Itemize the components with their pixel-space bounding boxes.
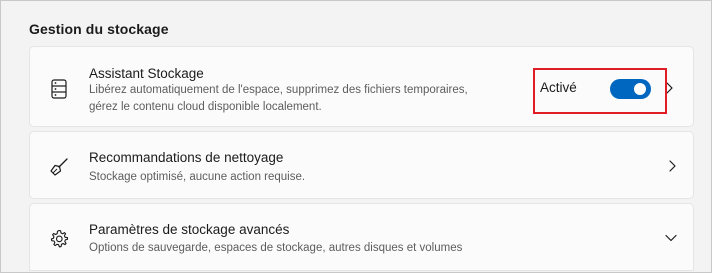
- advanced-storage-settings-description: Options de sauvegarde, espaces de stocka…: [89, 242, 463, 254]
- storage-sense-description-line-2: gérez le contenu cloud disponible locale…: [89, 101, 322, 113]
- chevron-down-icon[interactable]: [664, 231, 678, 245]
- gear-icon: [48, 228, 70, 250]
- cleanup-recommendations-description: Stockage optimisé, aucune action requise…: [89, 171, 306, 183]
- settings-window: Gestion du stockage Assistant Stockage L…: [0, 0, 712, 273]
- storage-sense-toggle[interactable]: [610, 79, 651, 99]
- advanced-storage-settings-title: Paramètres de stockage avancés: [89, 222, 290, 237]
- storage-drive-icon: [48, 78, 70, 100]
- storage-sense-title: Assistant Stockage: [89, 66, 204, 81]
- chevron-right-icon[interactable]: [666, 159, 680, 173]
- cleanup-recommendations-card[interactable]: Recommandations de nettoyage Stockage op…: [29, 131, 694, 199]
- cleanup-recommendations-title: Recommandations de nettoyage: [89, 150, 284, 165]
- storage-sense-description: Libérez automatiquement de l'espace, sup…: [89, 82, 468, 116]
- toggle-knob: [634, 83, 646, 95]
- storage-sense-description-line-1: Libérez automatiquement de l'espace, sup…: [89, 84, 468, 96]
- broom-icon: [48, 156, 70, 178]
- advanced-storage-settings-card[interactable]: Paramètres de stockage avancés Options d…: [29, 203, 694, 271]
- section-title: Gestion du stockage: [29, 21, 169, 37]
- toggle-state-label: Activé: [540, 80, 577, 95]
